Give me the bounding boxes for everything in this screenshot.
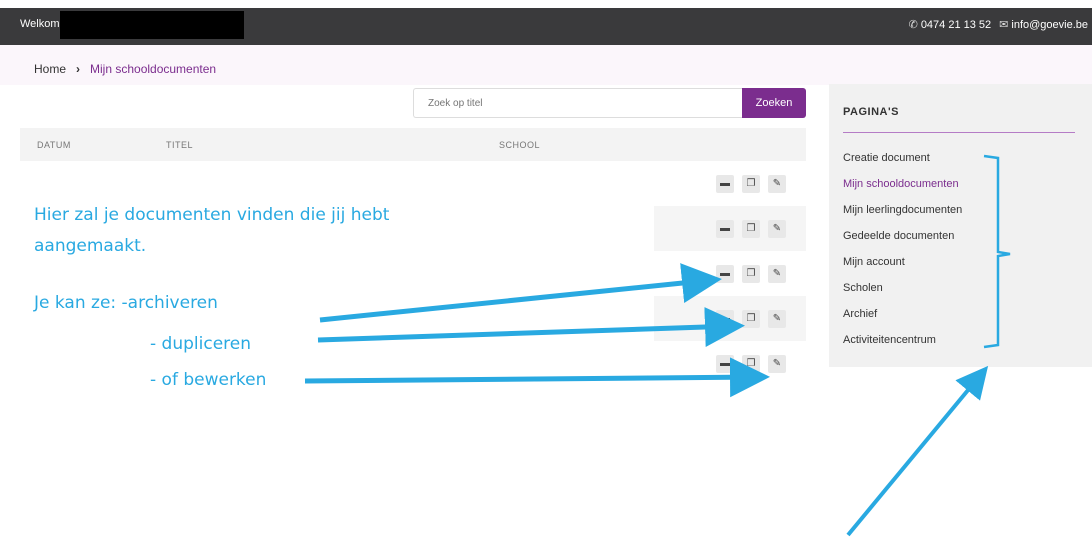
arrow-to-sidebar <box>846 365 989 537</box>
arrow-to-archive <box>319 263 722 323</box>
arrow-to-duplicate <box>317 307 745 347</box>
sidebar-bracket <box>983 154 1011 349</box>
annotation-arrows <box>304 154 1011 537</box>
arrow-to-edit <box>304 357 770 398</box>
